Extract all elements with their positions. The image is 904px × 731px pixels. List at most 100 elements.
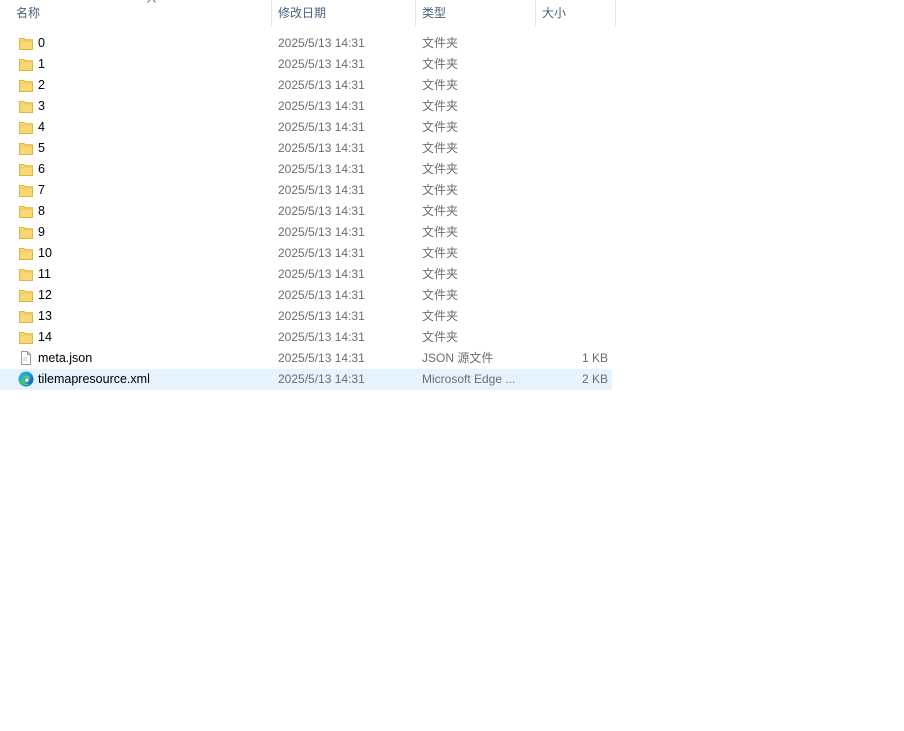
folder-icon: [18, 266, 34, 282]
folder-icon: [18, 119, 34, 135]
column-header-bar: 名称 修改日期 类型 大小: [0, 0, 616, 26]
file-row[interactable]: 5 2025/5/13 14:31 文件夹: [0, 138, 612, 159]
file-row[interactable]: 11 2025/5/13 14:31 文件夹: [0, 264, 612, 285]
file-date-modified: 2025/5/13 14:31: [278, 183, 365, 197]
column-divider[interactable]: [615, 0, 616, 26]
folder-icon: [18, 77, 34, 93]
column-header-size-label: 大小: [542, 6, 567, 20]
file-name: 13: [38, 309, 52, 323]
file-list: 0 2025/5/13 14:31 文件夹 1 2025/5/13 14:31 文件夹 2 2…: [0, 33, 616, 390]
file-row[interactable]: 3 2025/5/13 14:31 文件夹: [0, 96, 612, 117]
file-type: 文件夹: [422, 267, 459, 281]
file-type: 文件夹: [422, 309, 459, 323]
file-date-modified: 2025/5/13 14:31: [278, 78, 365, 92]
file-name: 2: [38, 78, 45, 92]
file-type: Microsoft Edge ...: [422, 372, 516, 386]
column-header-name-label: 名称: [16, 6, 41, 20]
file-date-modified: 2025/5/13 14:31: [278, 99, 365, 113]
file-date-modified: 2025/5/13 14:31: [278, 351, 365, 365]
file-row[interactable]: 13 2025/5/13 14:31 文件夹: [0, 306, 612, 327]
file-name: 0: [38, 36, 45, 50]
folder-icon: [18, 140, 34, 156]
file-size: [540, 54, 608, 75]
column-header-name[interactable]: 名称: [10, 0, 272, 26]
file-row[interactable]: 14 2025/5/13 14:31 文件夹: [0, 327, 612, 348]
file-date-modified: 2025/5/13 14:31: [278, 330, 365, 344]
file-name: 10: [38, 246, 52, 260]
file-size: [540, 306, 608, 327]
file-row[interactable]: meta.json 2025/5/13 14:31 JSON 源文件 1 KB: [0, 348, 612, 369]
json-file-icon: [18, 350, 34, 366]
file-size: [540, 264, 608, 285]
file-row[interactable]: 9 2025/5/13 14:31 文件夹: [0, 222, 612, 243]
folder-icon: [18, 56, 34, 72]
file-row[interactable]: 8 2025/5/13 14:31 文件夹: [0, 201, 612, 222]
file-size: [540, 201, 608, 222]
column-header-type-label: 类型: [422, 6, 447, 20]
file-size: 1 KB: [581, 351, 608, 365]
folder-icon: [18, 35, 34, 51]
file-date-modified: 2025/5/13 14:31: [278, 162, 365, 176]
folder-icon: [18, 203, 34, 219]
file-type: 文件夹: [422, 99, 459, 113]
file-name: 11: [38, 267, 51, 281]
file-type: 文件夹: [422, 36, 459, 50]
file-name: meta.json: [38, 351, 93, 365]
folder-icon: [18, 245, 34, 261]
file-row[interactable]: 1 2025/5/13 14:31 文件夹: [0, 54, 612, 75]
file-row[interactable]: 7 2025/5/13 14:31 文件夹: [0, 180, 612, 201]
file-name: tilemapresource.xml: [38, 372, 150, 386]
file-name: 4: [38, 120, 45, 134]
file-size: [540, 138, 608, 159]
file-type: 文件夹: [422, 78, 459, 92]
file-type: 文件夹: [422, 120, 459, 134]
file-size: [540, 243, 608, 264]
file-type: JSON 源文件: [422, 351, 494, 365]
file-row[interactable]: 4 2025/5/13 14:31 文件夹: [0, 117, 612, 138]
file-name: 5: [38, 141, 45, 155]
file-name: 7: [38, 183, 45, 197]
file-size: [540, 96, 608, 117]
file-type: 文件夹: [422, 225, 459, 239]
edge-file-icon: [18, 371, 34, 387]
file-date-modified: 2025/5/13 14:31: [278, 57, 365, 71]
file-row[interactable]: tilemapresource.xml 2025/5/13 14:31 Micros…: [0, 369, 612, 390]
file-name: 1: [38, 57, 45, 71]
file-date-modified: 2025/5/13 14:31: [278, 36, 365, 50]
column-header-date[interactable]: 修改日期: [272, 0, 416, 26]
file-name: 9: [38, 225, 45, 239]
file-date-modified: 2025/5/13 14:31: [278, 309, 365, 323]
file-row[interactable]: 6 2025/5/13 14:31 文件夹: [0, 159, 612, 180]
folder-icon: [18, 287, 34, 303]
file-date-modified: 2025/5/13 14:31: [278, 120, 365, 134]
file-type: 文件夹: [422, 288, 459, 302]
chevron-up-icon: [147, 0, 156, 5]
file-type: 文件夹: [422, 330, 459, 344]
file-size: [540, 75, 608, 96]
file-size: [540, 117, 608, 138]
file-row[interactable]: 10 2025/5/13 14:31 文件夹: [0, 243, 612, 264]
file-name: 3: [38, 99, 45, 113]
file-date-modified: 2025/5/13 14:31: [278, 141, 365, 155]
file-type: 文件夹: [422, 57, 459, 71]
folder-icon: [18, 224, 34, 240]
file-type: 文件夹: [422, 162, 459, 176]
folder-icon: [18, 182, 34, 198]
file-name: 8: [38, 204, 45, 218]
file-date-modified: 2025/5/13 14:31: [278, 288, 365, 302]
file-name: 12: [38, 288, 52, 302]
file-size: [540, 327, 608, 348]
file-size: [540, 33, 608, 54]
file-type: 文件夹: [422, 183, 459, 197]
file-row[interactable]: 12 2025/5/13 14:31 文件夹: [0, 285, 612, 306]
folder-icon: [18, 98, 34, 114]
file-row[interactable]: 2 2025/5/13 14:31 文件夹: [0, 75, 612, 96]
file-date-modified: 2025/5/13 14:31: [278, 267, 365, 281]
file-date-modified: 2025/5/13 14:31: [278, 225, 365, 239]
file-row[interactable]: 0 2025/5/13 14:31 文件夹: [0, 33, 612, 54]
column-header-size[interactable]: 大小: [536, 0, 616, 26]
file-type: 文件夹: [422, 141, 459, 155]
column-header-type[interactable]: 类型: [416, 0, 536, 26]
file-type: 文件夹: [422, 246, 459, 260]
file-name: 14: [38, 330, 52, 344]
